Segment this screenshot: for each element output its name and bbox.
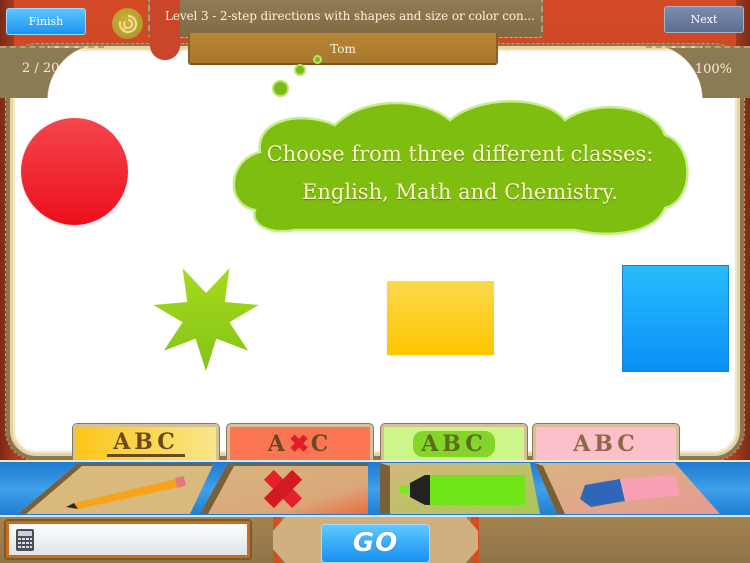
- level-title: Level 3 - 2-step directions with shapes …: [165, 9, 535, 23]
- eraser-tool[interactable]: [535, 463, 735, 514]
- tab-highlight[interactable]: ABC: [381, 424, 527, 460]
- question-counter: 2 / 20: [22, 61, 60, 76]
- strike-c-label: C: [310, 430, 333, 457]
- tab-underline[interactable]: ABC: [73, 424, 219, 460]
- calculator-icon[interactable]: [16, 529, 34, 551]
- green-star[interactable]: [150, 263, 262, 373]
- tab-erase[interactable]: ABC: [533, 424, 679, 460]
- strike-a-label: A: [267, 430, 289, 457]
- answer-input[interactable]: [6, 521, 250, 558]
- replay-button[interactable]: [112, 8, 143, 39]
- x-mark-icon: ✖: [289, 429, 314, 458]
- thought-dot-small: [313, 55, 322, 64]
- player-name: Tom: [330, 42, 356, 56]
- go-button[interactable]: GO: [321, 524, 430, 563]
- highlight-abc-label: ABC: [413, 430, 495, 457]
- cross-tool[interactable]: [200, 463, 370, 514]
- underline-abc-label: ABC: [107, 430, 185, 457]
- instruction-line-2: English, Math and Chemistry.: [302, 180, 618, 204]
- thought-dot-medium: [294, 64, 306, 76]
- replay-icon: [118, 14, 137, 33]
- instruction-line-1: Choose from three different classes:: [266, 142, 654, 166]
- red-circle[interactable]: [21, 118, 128, 225]
- score-percent: 100%: [694, 62, 732, 77]
- pencil-tool[interactable]: [18, 463, 214, 514]
- finish-button[interactable]: Finish: [6, 8, 86, 35]
- yellow-rectangle[interactable]: [387, 281, 494, 355]
- tab-strikethrough[interactable]: A C ✖: [227, 424, 373, 460]
- blue-square[interactable]: [622, 265, 729, 372]
- highlighter-tool[interactable]: [380, 463, 540, 514]
- instruction-text: Choose from three different classes: Eng…: [240, 135, 680, 211]
- next-button[interactable]: Next: [664, 6, 744, 33]
- erase-abc-label: ABC: [573, 430, 639, 457]
- highlighter-icon: [400, 475, 525, 505]
